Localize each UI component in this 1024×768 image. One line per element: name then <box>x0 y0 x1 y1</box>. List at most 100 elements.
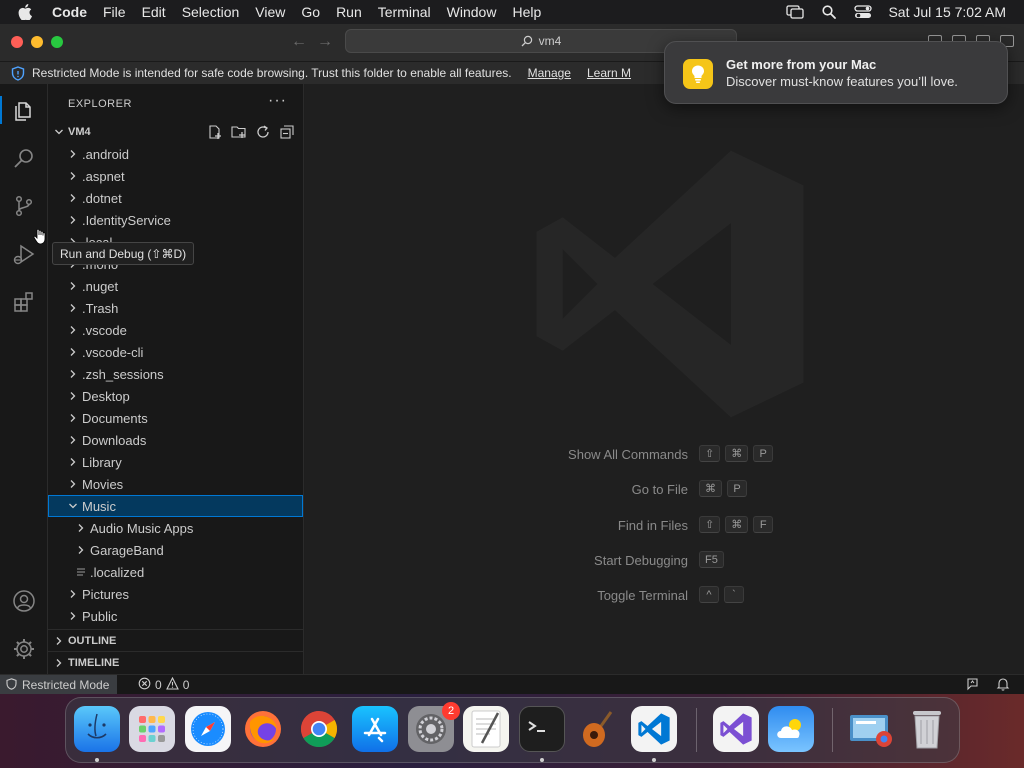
weather-icon[interactable] <box>768 706 814 752</box>
new-folder-icon[interactable] <box>231 124 247 140</box>
notification-title: Get more from your Mac <box>726 57 877 72</box>
menu-window[interactable]: Window <box>439 4 505 20</box>
folder-item-dot-vscode[interactable]: .vscode <box>48 319 303 341</box>
visual-studio-icon[interactable] <box>713 706 759 752</box>
hint-toggle-terminal: Toggle Terminal <box>305 586 688 604</box>
chrome-icon[interactable] <box>296 706 342 752</box>
source-control-icon[interactable] <box>10 192 38 220</box>
search-icon[interactable] <box>10 144 38 172</box>
refresh-icon[interactable] <box>255 124 271 140</box>
macos-menu-bar: Code File Edit Selection View Go Run Ter… <box>0 0 1024 24</box>
downloads-stack-icon[interactable] <box>848 706 894 752</box>
new-file-icon[interactable] <box>207 124 223 140</box>
folder-item-dot-trash[interactable]: .Trash <box>48 297 303 319</box>
system-settings-icon[interactable]: 2 <box>408 702 460 752</box>
menu-edit[interactable]: Edit <box>134 4 174 20</box>
menubar-clock[interactable]: Sat Jul 15 7:02 AM <box>888 4 1006 20</box>
finder-icon[interactable] <box>74 706 120 752</box>
restricted-mode-status[interactable]: Restricted Mode <box>0 675 118 695</box>
hint-keys: ⇧ ⌘ P <box>699 445 774 463</box>
forward-arrow-icon[interactable]: → <box>317 33 333 51</box>
trash-icon[interactable] <box>904 706 950 752</box>
spotlight-search-icon[interactable] <box>820 4 838 20</box>
apple-menu-icon[interactable] <box>18 4 36 20</box>
notifications-bell-icon[interactable] <box>996 677 1010 694</box>
folder-item-downloads[interactable]: Downloads <box>48 429 303 451</box>
vscode-icon[interactable] <box>631 706 677 752</box>
banner-message: Restricted Mode is intended for safe cod… <box>32 66 512 80</box>
problems-status[interactable]: 0 0 <box>138 675 189 695</box>
chevron-right-icon <box>66 303 80 313</box>
folder-item-movies[interactable]: Movies <box>48 473 303 495</box>
back-arrow-icon[interactable]: ← <box>291 33 307 51</box>
folder-item-dot-dotnet[interactable]: .dotnet <box>48 187 303 209</box>
folder-item-audio-music-apps[interactable]: Audio Music Apps <box>48 517 303 539</box>
folder-item-public[interactable]: Public <box>48 605 303 627</box>
menu-view[interactable]: View <box>247 4 293 20</box>
menu-help[interactable]: Help <box>504 4 549 20</box>
menu-app-code[interactable]: Code <box>44 4 95 20</box>
control-center-icon[interactable] <box>854 4 873 20</box>
garageband-icon[interactable] <box>575 706 621 752</box>
launchpad-icon[interactable] <box>129 706 175 752</box>
chevron-right-icon <box>66 457 80 467</box>
tree-item-label: Music <box>82 498 116 514</box>
accounts-icon[interactable] <box>10 587 38 615</box>
keycap: ^ <box>699 586 719 603</box>
explorer-icon[interactable] <box>10 96 38 124</box>
folder-item-dot-vscode-cli[interactable]: .vscode-cli <box>48 341 303 363</box>
hint-show-all-commands: Show All Commands <box>305 445 688 463</box>
safari-icon[interactable] <box>185 706 231 752</box>
folder-item-dot-android[interactable]: .android <box>48 143 303 165</box>
feedback-icon[interactable] <box>966 677 980 694</box>
folder-item-garageband[interactable]: GarageBand <box>48 539 303 561</box>
folder-item-documents[interactable]: Documents <box>48 407 303 429</box>
macos-notification[interactable]: Get more from your Mac Discover must-kno… <box>664 41 1008 104</box>
menu-go[interactable]: Go <box>293 4 328 20</box>
more-actions-icon[interactable]: ··· <box>268 92 287 110</box>
keycap: F5 <box>699 551 724 568</box>
collapse-all-icon[interactable] <box>279 124 295 140</box>
close-window-button[interactable] <box>11 36 23 48</box>
folder-item-dot-zsh-sessions[interactable]: .zsh_sessions <box>48 363 303 385</box>
timeline-section[interactable]: TIMELINE <box>48 651 303 673</box>
extensions-icon[interactable] <box>10 288 38 316</box>
app-store-icon[interactable] <box>352 706 398 752</box>
folder-item-dot-aspnet[interactable]: .aspnet <box>48 165 303 187</box>
folder-item-dot-identityservice[interactable]: .IdentityService <box>48 209 303 231</box>
hint-go-to-file: Go to File <box>305 480 688 498</box>
chevron-right-icon <box>74 545 88 555</box>
screen-mirroring-icon[interactable] <box>786 4 805 20</box>
folder-item-music[interactable]: Music <box>48 495 303 517</box>
folder-item-library[interactable]: Library <box>48 451 303 473</box>
macos-dock: 2 <box>65 697 960 763</box>
menu-terminal[interactable]: Terminal <box>370 4 439 20</box>
tree-item-label: .IdentityService <box>82 212 171 228</box>
folder-item-dot-nuget[interactable]: .nuget <box>48 275 303 297</box>
chevron-right-icon <box>66 193 80 203</box>
folder-item-pictures[interactable]: Pictures <box>48 583 303 605</box>
workspace-root-label: VM4 <box>68 126 91 138</box>
minimize-window-button[interactable] <box>31 36 43 48</box>
hint-label: Start Debugging <box>594 552 688 568</box>
hint-label: Go to File <box>631 481 688 497</box>
editor-area: Show All Commands ⇧ ⌘ P Go to File ⌘ P Find in … <box>305 84 1024 674</box>
manage-gear-icon[interactable] <box>10 635 38 663</box>
outline-section[interactable]: OUTLINE <box>48 629 303 651</box>
menu-file[interactable]: File <box>95 4 134 20</box>
manage-link[interactable]: Manage <box>528 66 571 80</box>
keycap: ` <box>724 586 744 603</box>
chevron-right-icon <box>66 325 80 335</box>
folder-item-desktop[interactable]: Desktop <box>48 385 303 407</box>
textedit-icon[interactable] <box>463 706 509 752</box>
workspace-root[interactable]: VM4 <box>48 121 303 143</box>
menu-run[interactable]: Run <box>328 4 370 20</box>
terminal-icon[interactable] <box>519 706 565 752</box>
learn-more-link[interactable]: Learn M <box>587 66 631 80</box>
tree-item-label: .zsh_sessions <box>82 366 164 382</box>
file-item-dot-localized[interactable]: .localized <box>48 561 303 583</box>
menu-selection[interactable]: Selection <box>174 4 248 20</box>
chevron-down-icon <box>52 127 66 137</box>
zoom-window-button[interactable] <box>51 36 63 48</box>
firefox-icon[interactable] <box>240 706 286 752</box>
